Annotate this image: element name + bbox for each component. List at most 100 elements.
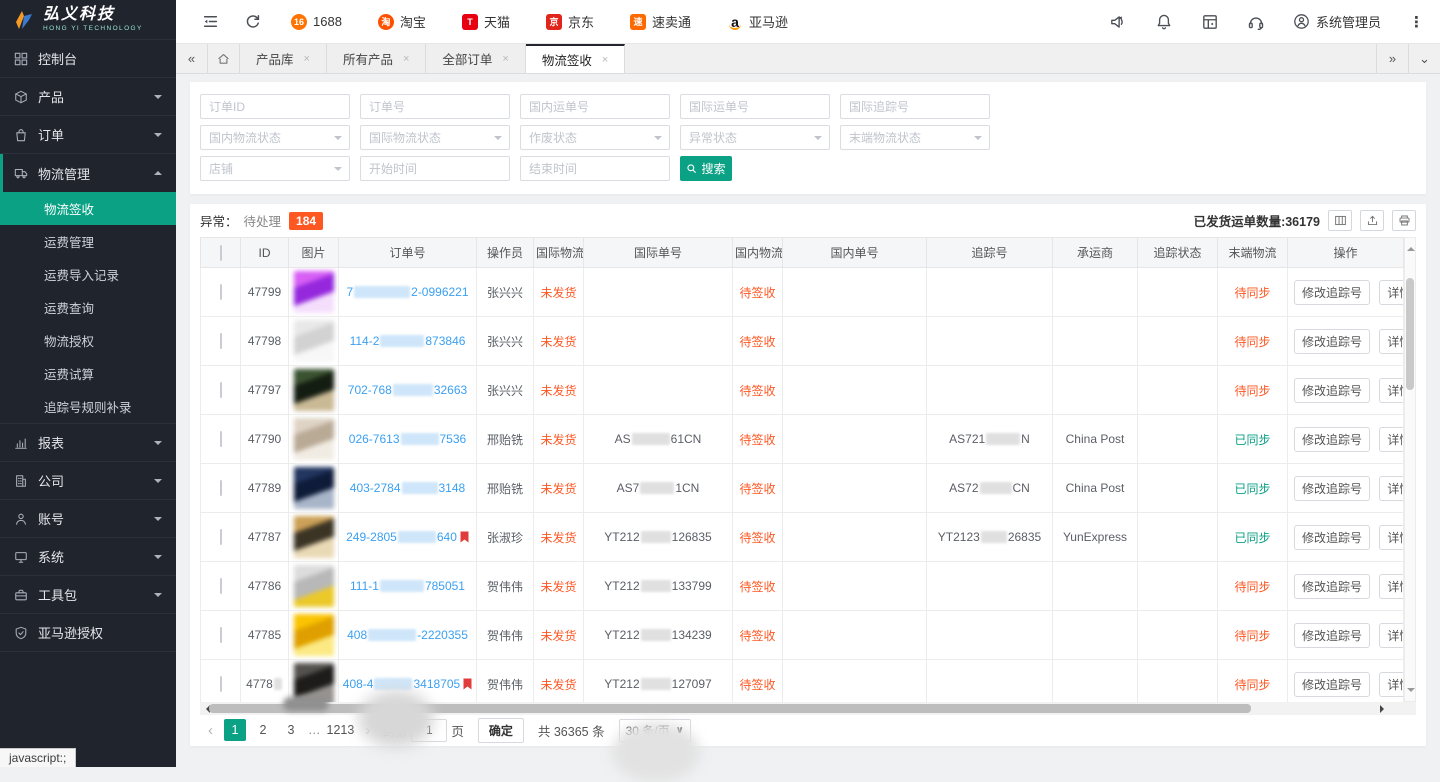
product-thumbnail[interactable] [294, 565, 334, 607]
scroll-up-icon[interactable] [1407, 243, 1415, 251]
page-number-1213[interactable]: 1213 [327, 719, 355, 741]
tab-all-products[interactable]: 所有产品 × [327, 44, 426, 73]
sidebar-subitem-tracking-rule[interactable]: 追踪号规则补录 [0, 390, 176, 423]
topbar-link-taobao[interactable]: 淘 淘宝 [378, 12, 426, 31]
sidebar-item-company[interactable]: 公司 [0, 462, 176, 500]
tabs-scroll-right-icon[interactable]: » [1376, 44, 1408, 73]
edit-tracking-button[interactable]: 修改追踪号 [1294, 525, 1370, 550]
more-options-icon[interactable]: ⋮ [1409, 13, 1424, 31]
edit-tracking-button[interactable]: 修改追踪号 [1294, 427, 1370, 452]
detail-button[interactable]: 详情 [1379, 427, 1403, 452]
order-number-link[interactable]: 72-0996221 [346, 285, 468, 299]
filter-input-订单ID[interactable] [200, 94, 350, 119]
product-thumbnail[interactable] [294, 418, 334, 460]
detail-button[interactable]: 详情 [1379, 476, 1403, 501]
scroll-down-icon[interactable] [1407, 688, 1415, 696]
product-thumbnail[interactable] [294, 663, 334, 702]
close-icon[interactable]: × [403, 53, 409, 65]
sidebar-subitem-logistics-auth[interactable]: 物流授权 [0, 324, 176, 357]
column-settings-button[interactable] [1328, 210, 1352, 231]
user-menu[interactable]: 系统管理员 [1293, 12, 1381, 31]
detail-button[interactable]: 详情 [1379, 574, 1403, 599]
product-thumbnail[interactable] [294, 614, 334, 656]
horizontal-scrollbar-thumb[interactable] [209, 704, 1251, 713]
tabs-scroll-left-icon[interactable]: « [176, 44, 208, 73]
topbar-link-tmall[interactable]: T 天猫 [462, 12, 510, 31]
sidebar-subitem-freight-manage[interactable]: 运费管理 [0, 225, 176, 258]
edit-tracking-button[interactable]: 修改追踪号 [1294, 476, 1370, 501]
vertical-scrollbar[interactable] [1404, 237, 1416, 702]
export-button[interactable] [1360, 210, 1384, 231]
detail-button[interactable]: 详情 [1379, 329, 1403, 354]
edit-tracking-button[interactable]: 修改追踪号 [1294, 574, 1370, 599]
search-button[interactable]: 搜索 [680, 156, 732, 181]
print-button[interactable] [1392, 210, 1416, 231]
order-number-link[interactable]: 408-43418705 [343, 677, 460, 691]
edit-tracking-button[interactable]: 修改追踪号 [1294, 623, 1370, 648]
row-checkbox[interactable] [220, 284, 222, 300]
topbar-link-aliexpress[interactable]: 速 速卖通 [630, 12, 691, 31]
prev-page-icon[interactable]: ‹ [208, 722, 213, 739]
tab-logistics-signoff[interactable]: 物流签收 × [526, 44, 625, 73]
order-number-link[interactable]: 111-1785051 [350, 579, 465, 593]
close-icon[interactable]: × [502, 53, 508, 65]
next-page-icon[interactable]: › [365, 722, 370, 739]
filter-select-末端物流状态[interactable]: 末端物流状态 [840, 125, 990, 150]
row-checkbox[interactable] [220, 480, 222, 496]
scroll-right-icon[interactable] [1380, 705, 1388, 713]
collapse-sidebar-icon[interactable] [202, 13, 219, 30]
row-checkbox[interactable] [220, 676, 222, 692]
sidebar-item-console[interactable]: 控制台 [0, 40, 176, 78]
close-icon[interactable]: × [602, 54, 608, 66]
topbar-link-1688[interactable]: 16 1688 [291, 14, 342, 30]
edit-tracking-button[interactable]: 修改追踪号 [1294, 672, 1370, 697]
detail-button[interactable]: 详情 [1379, 378, 1403, 403]
filter-input-国内运单号[interactable] [520, 94, 670, 119]
sidebar-subitem-freight-import[interactable]: 运费导入记录 [0, 258, 176, 291]
sidebar-subitem-logistics-signoff[interactable]: 物流签收 [0, 192, 176, 225]
detail-button[interactable]: 详情 [1379, 280, 1403, 305]
home-tab[interactable] [208, 44, 240, 73]
notification-bell-icon[interactable] [1155, 13, 1173, 31]
page-size-select[interactable]: 30 条/页 ∨ [619, 719, 691, 742]
select-all-checkbox[interactable] [220, 245, 222, 261]
row-checkbox[interactable] [220, 382, 222, 398]
tabs-menu-icon[interactable]: ⌄ [1408, 44, 1440, 73]
page-number-1[interactable]: 1 [224, 719, 246, 741]
filter-select-异常状态[interactable]: 异常状态 [680, 125, 830, 150]
horizontal-scrollbar[interactable] [200, 702, 1416, 715]
sidebar-item-toolkit[interactable]: 工具包 [0, 576, 176, 614]
filter-input-国际运单号[interactable] [680, 94, 830, 119]
customer-service-icon[interactable] [1247, 13, 1265, 31]
sidebar-subitem-freight-trial[interactable]: 运费试算 [0, 357, 176, 390]
filter-input-国际追踪号[interactable] [840, 94, 990, 119]
row-checkbox[interactable] [220, 627, 222, 643]
edit-tracking-button[interactable]: 修改追踪号 [1294, 329, 1370, 354]
page-number-3[interactable]: 3 [280, 719, 302, 741]
detail-button[interactable]: 详情 [1379, 525, 1403, 550]
goto-page-input[interactable] [411, 719, 447, 742]
tab-all-orders[interactable]: 全部订单 × [426, 44, 525, 73]
filter-input-开始时间[interactable] [360, 156, 510, 181]
row-checkbox[interactable] [220, 578, 222, 594]
sidebar-item-order[interactable]: 订单 [0, 116, 176, 154]
refresh-icon[interactable] [245, 14, 261, 30]
page-number-2[interactable]: 2 [252, 719, 274, 741]
row-checkbox[interactable] [220, 431, 222, 447]
detail-button[interactable]: 详情 [1379, 623, 1403, 648]
announcement-icon[interactable] [1109, 13, 1127, 31]
row-checkbox[interactable] [220, 529, 222, 545]
panel-grid-icon[interactable] [1201, 13, 1219, 31]
filter-input-订单号[interactable] [360, 94, 510, 119]
sidebar-item-report[interactable]: 报表 [0, 424, 176, 462]
filter-select-店铺[interactable]: 店铺 [200, 156, 350, 181]
product-thumbnail[interactable] [294, 467, 334, 509]
detail-button[interactable]: 详情 [1379, 672, 1403, 697]
topbar-link-jd[interactable]: 京 京东 [546, 12, 594, 31]
sidebar-item-system[interactable]: 系统 [0, 538, 176, 576]
edit-tracking-button[interactable]: 修改追踪号 [1294, 280, 1370, 305]
product-thumbnail[interactable] [294, 320, 334, 362]
sidebar-subitem-freight-query[interactable]: 运费查询 [0, 291, 176, 324]
product-thumbnail[interactable] [294, 516, 334, 558]
vertical-scrollbar-thumb[interactable] [1406, 278, 1414, 390]
